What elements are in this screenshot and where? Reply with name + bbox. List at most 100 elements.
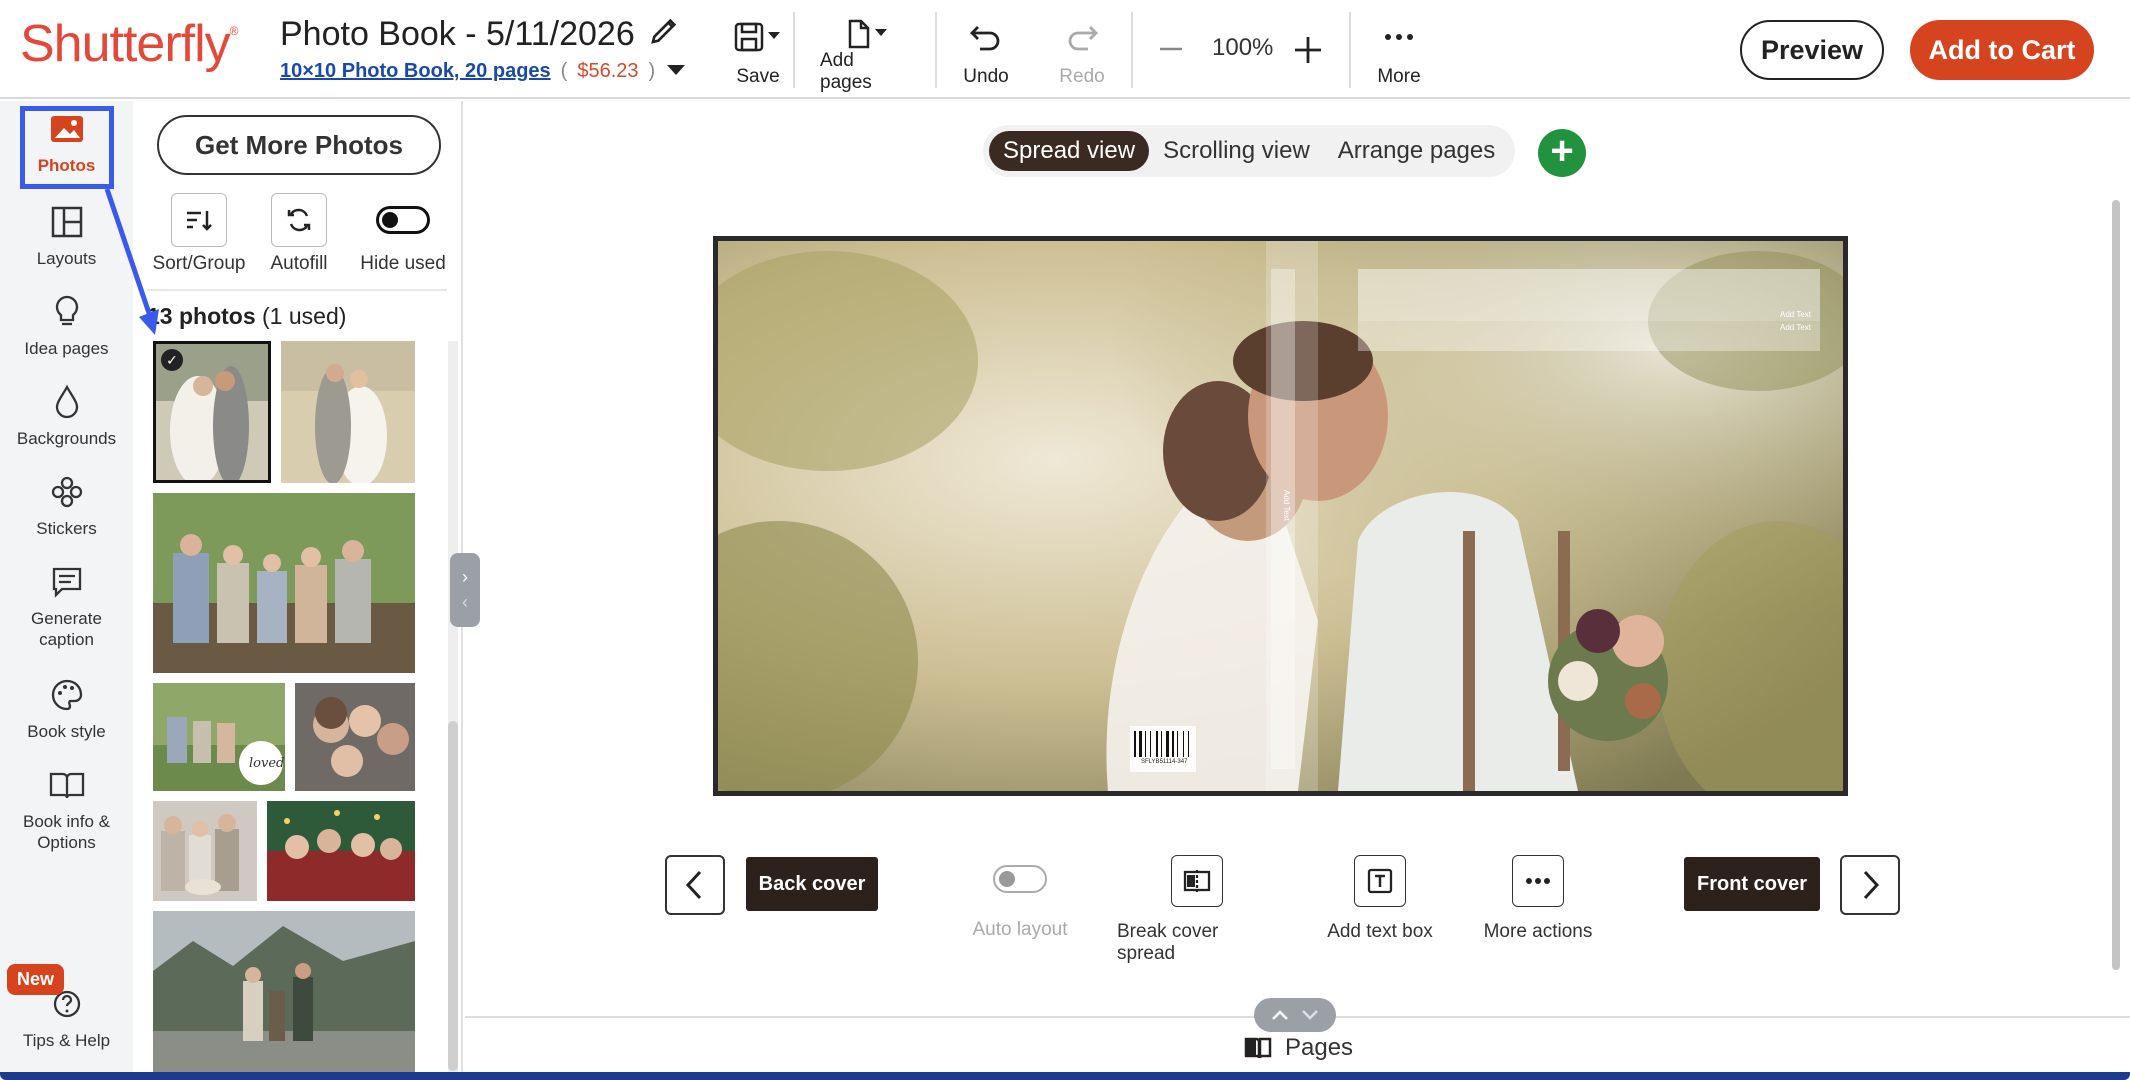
previous-page-button[interactable] [665, 855, 725, 915]
hide-used-label: Hide used [360, 253, 446, 274]
back-cover-button[interactable]: Back cover [746, 857, 878, 911]
window-bottom-edge [0, 1072, 2130, 1080]
more-dots-icon [1512, 855, 1564, 907]
barcode-text: SFLYB51114-347 [1141, 759, 1188, 765]
rail-item-book-info[interactable]: Book info & Options [0, 765, 133, 853]
sort-group-button[interactable]: Sort/Group [151, 193, 247, 275]
photo-family-loved-image: loved [153, 683, 285, 791]
shutterfly-logo[interactable]: Shutterfly® [20, 14, 238, 74]
toolbar-divider [1131, 12, 1133, 88]
tab-arrange-pages[interactable]: Arrange pages [1324, 131, 1509, 171]
rail-label-tips: Tips & Help [22, 1031, 111, 1050]
rail-item-stickers[interactable]: Stickers [0, 472, 133, 539]
preview-button[interactable]: Preview [1740, 20, 1884, 80]
top-toolbar: Shutterfly® Photo Book - 5/11/2026 10×10… [0, 0, 2130, 99]
photo-thumbnail[interactable] [281, 341, 415, 483]
rail-label-book-style: Book style [27, 722, 106, 741]
pencil-edit-icon[interactable] [649, 14, 681, 55]
tab-spread-view[interactable]: Spread view [989, 131, 1150, 171]
save-icon [733, 18, 783, 56]
undo-button[interactable]: Undo [960, 18, 1012, 88]
canvas-scrollbar[interactable] [2112, 200, 2120, 970]
chevron-right-icon: › [462, 567, 468, 587]
view-mode-switcher: Spread view Scrolling view Arrange pages [983, 125, 1516, 177]
toolbar-divider [935, 12, 937, 88]
more-dots-icon [1381, 18, 1417, 56]
product-dropdown-icon[interactable] [665, 60, 687, 83]
add-pages-label: Add pages [820, 50, 872, 93]
add-text-box-label: Add text box [1327, 921, 1433, 942]
photos-selection-highlight [20, 106, 114, 189]
hide-used-toggle[interactable]: Hide used [353, 193, 453, 275]
project-title[interactable]: Photo Book - 5/11/2026 [280, 14, 681, 55]
tab-scrolling-view[interactable]: Scrolling view [1149, 131, 1324, 171]
chevron-right-icon [1863, 870, 1880, 900]
pages-drawer-label[interactable]: Pages [1243, 1034, 1353, 1062]
photo-thumbnail[interactable] [295, 683, 415, 791]
add-text-placeholder: Add Text [1780, 310, 1811, 319]
more-button[interactable]: More [1374, 18, 1424, 88]
auto-layout-toggle[interactable]: Auto layout [970, 855, 1070, 941]
rail-item-generate-caption[interactable]: Generate caption [0, 562, 133, 650]
photo-thumbnail[interactable] [153, 493, 415, 673]
next-page-button[interactable] [1840, 855, 1900, 915]
pages-drawer-toggle[interactable] [1254, 998, 1336, 1032]
subtitle-text-box[interactable] [1358, 321, 1820, 351]
add-to-cart-button[interactable]: Add to Cart [1910, 20, 2094, 80]
front-cover-button[interactable]: Front cover [1684, 857, 1820, 911]
add-text-box-button[interactable]: Add text box [1320, 855, 1440, 943]
svg-text:loved: loved [249, 756, 284, 771]
photo-thumbnail[interactable] [267, 801, 415, 901]
undo-icon [968, 18, 1004, 56]
photo-thumbnail[interactable]: ✓ [153, 341, 271, 483]
photo-christmas-kids-image [267, 801, 415, 901]
zoom-out-button[interactable] [1156, 34, 1186, 69]
add-page-icon [840, 18, 890, 50]
more-label: More [1377, 66, 1421, 87]
toggle-switch[interactable] [376, 206, 430, 234]
caption-icon [50, 562, 84, 602]
price-close-paren: ) [648, 60, 656, 82]
photo-thumbnail[interactable] [153, 911, 415, 1080]
save-label: Save [736, 66, 780, 87]
sort-icon [171, 193, 227, 247]
add-page-plus-button[interactable]: + [1538, 129, 1586, 177]
divider [147, 289, 447, 291]
rail-item-book-style[interactable]: Book style [0, 675, 133, 742]
product-link[interactable]: 10×10 Photo Book, 20 pages [280, 60, 551, 83]
photos-panel: Get More Photos Sort/Group Autofill Hide… [133, 101, 463, 1080]
scrollbar-thumb[interactable] [448, 721, 458, 1071]
rail-label-generate-caption: Generate caption [31, 609, 102, 649]
cover-spread[interactable]: Add Text Add Text Add Text SFLYB51114-34… [713, 236, 1848, 796]
photo-thumbnail[interactable] [153, 801, 257, 901]
title-text-box[interactable] [1358, 269, 1820, 321]
panel-collapse-handle[interactable]: › ‹ [450, 553, 480, 627]
lightbulb-icon [52, 292, 82, 332]
redo-button[interactable]: Redo [1058, 18, 1106, 88]
get-more-photos-button[interactable]: Get More Photos [157, 115, 441, 175]
pages-label-text: Pages [1285, 1034, 1354, 1061]
add-pages-button[interactable]: Add pages [820, 18, 910, 93]
photo-kids-portrait-image [295, 683, 415, 791]
rail-label-stickers: Stickers [36, 519, 97, 538]
drop-icon [52, 382, 82, 422]
price-open-paren: ( [560, 60, 568, 82]
chevron-down-icon [1302, 1010, 1318, 1020]
save-button[interactable]: Save [726, 18, 790, 88]
chevron-left-icon: ‹ [462, 592, 468, 612]
photo-thumbnail[interactable]: loved [153, 683, 285, 791]
rail-label-backgrounds: Backgrounds [16, 429, 117, 448]
autofill-button[interactable]: Autofill [265, 193, 333, 275]
plus-icon [1295, 37, 1321, 63]
photos-scrollbar[interactable] [448, 341, 458, 1080]
book-icon [48, 765, 86, 805]
break-cover-spread-button[interactable]: Break cover spread [1117, 855, 1277, 965]
open-book-icon [1244, 1037, 1272, 1059]
rail-item-backgrounds[interactable]: Backgrounds [0, 382, 133, 449]
scrollbar-thumb[interactable] [2112, 200, 2120, 970]
new-badge: New [7, 964, 65, 995]
more-actions-button[interactable]: More actions [1480, 855, 1596, 943]
cover-photo[interactable] [718, 241, 1843, 791]
zoom-in-button[interactable] [1292, 34, 1324, 71]
toggle-switch[interactable] [993, 865, 1047, 893]
